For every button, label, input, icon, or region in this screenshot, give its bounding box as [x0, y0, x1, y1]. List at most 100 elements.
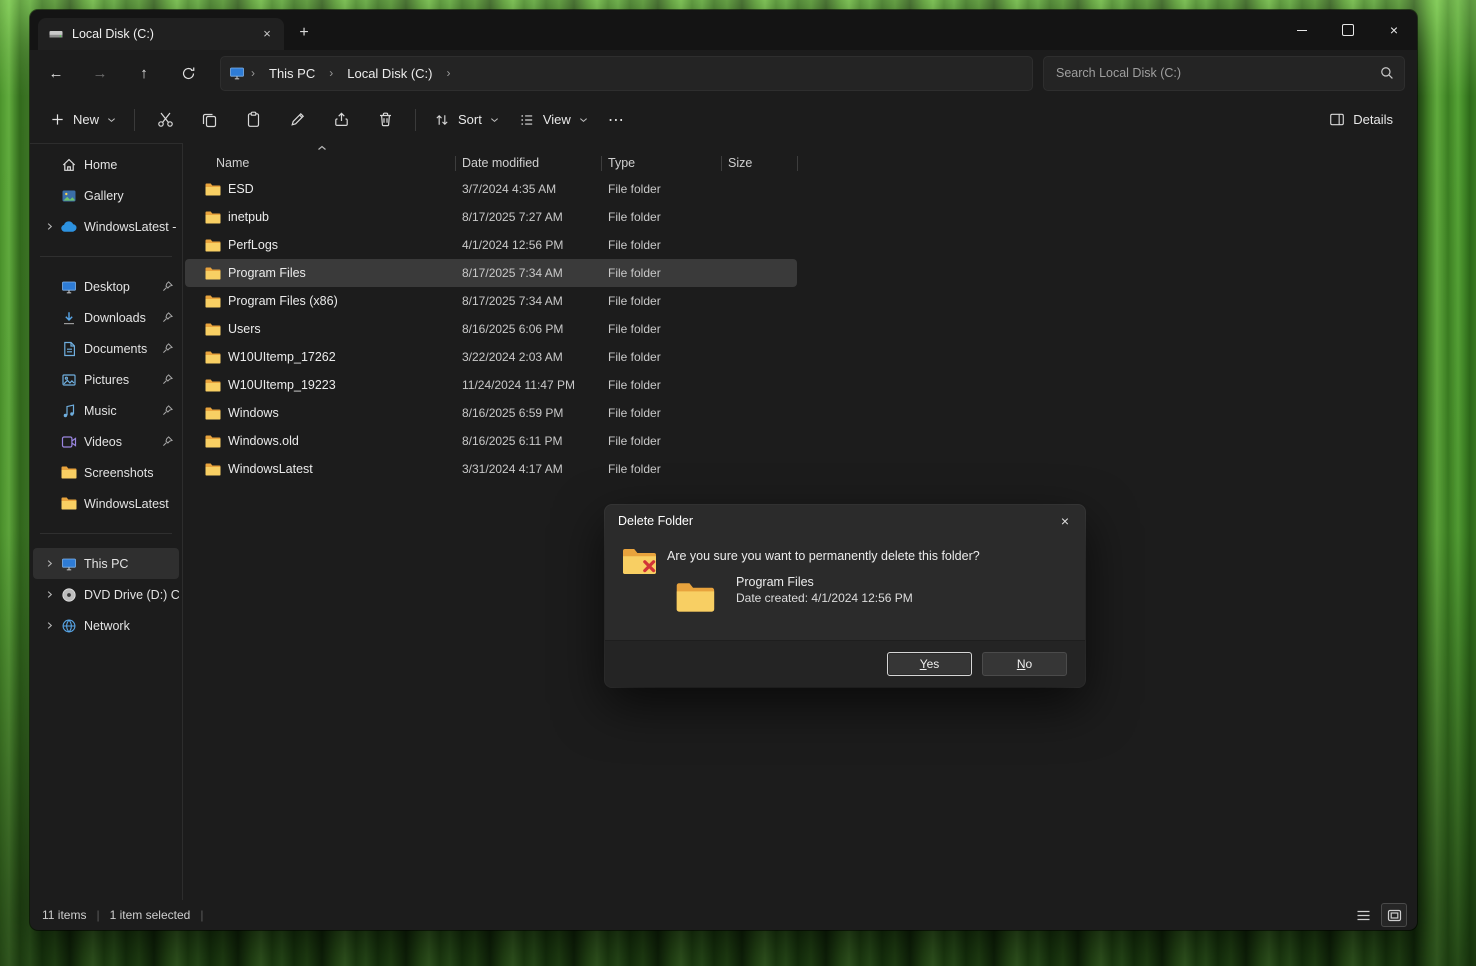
file-type: File folder [601, 378, 721, 392]
breadcrumb-this-pc[interactable]: This PC [261, 63, 323, 84]
table-row-selected[interactable]: Program Files 8/17/2025 7:34 AM File fol… [185, 259, 797, 287]
no-button[interactable]: No [982, 652, 1067, 676]
expand-chevron-icon[interactable] [39, 621, 59, 630]
folder-icon [205, 211, 221, 224]
folder-icon [205, 435, 221, 448]
sidebar-item-label: Downloads [84, 311, 162, 325]
back-button[interactable]: ← [34, 57, 78, 89]
table-row[interactable]: inetpub 8/17/2025 7:27 AM File folder [185, 203, 797, 231]
home-icon [59, 157, 79, 173]
column-separator[interactable] [455, 156, 456, 171]
breadcrumb-chevron-icon: › [249, 66, 257, 80]
table-row[interactable]: Windows 8/16/2025 6:59 PM File folder [185, 399, 797, 427]
table-row[interactable]: Program Files (x86) 8/17/2025 7:34 AM Fi… [185, 287, 797, 315]
table-row[interactable]: Users 8/16/2025 6:06 PM File folder [185, 315, 797, 343]
column-header-modified[interactable]: Date modified [455, 156, 601, 170]
navigation-bar: ← → ↑ › This PC › Local Disk (C:) › [30, 50, 1417, 96]
new-tab-button[interactable]: + [290, 20, 318, 48]
sidebar-item-this-pc[interactable]: This PC [33, 548, 179, 579]
search-input[interactable] [1054, 65, 1372, 81]
dialog-message: Are you sure you want to permanently del… [667, 549, 1047, 563]
sidebar-item-screenshots[interactable]: Screenshots [33, 457, 179, 488]
table-row[interactable]: Windows.old 8/16/2025 6:11 PM File folde… [185, 427, 797, 455]
delete-button[interactable] [364, 103, 406, 137]
sidebar-item-downloads[interactable]: Downloads [33, 302, 179, 333]
sort-icon [434, 112, 450, 128]
new-button[interactable]: New [40, 105, 126, 134]
file-modified: 3/22/2024 2:03 AM [455, 350, 601, 364]
sidebar-item-dvd-drive[interactable]: DVD Drive (D:) CCC [33, 579, 179, 610]
share-button[interactable] [320, 103, 362, 137]
yes-button[interactable]: Yes [887, 652, 972, 676]
dialog-title: Delete Folder [618, 514, 693, 528]
view-toggles [1351, 900, 1407, 930]
sidebar-item-desktop[interactable]: Desktop [33, 271, 179, 302]
sidebar-item-onedrive[interactable]: WindowsLatest - Pe [33, 211, 179, 242]
details-view-button[interactable] [1351, 904, 1375, 926]
table-row[interactable]: WindowsLatest 3/31/2024 4:17 AM File fol… [185, 455, 797, 483]
details-pane-button[interactable]: Details [1319, 106, 1403, 133]
tab-close-icon[interactable]: × [258, 25, 276, 43]
close-button[interactable]: × [1371, 10, 1417, 50]
file-modified: 8/16/2025 6:11 PM [455, 434, 601, 448]
large-icons-view-button[interactable] [1381, 903, 1407, 927]
file-type: File folder [601, 238, 721, 252]
folder-icon [205, 351, 221, 364]
tab-local-disk-c[interactable]: Local Disk (C:) × [38, 18, 284, 50]
view-button[interactable]: View [509, 105, 598, 135]
sort-button[interactable]: Sort [424, 105, 509, 135]
breadcrumb-local-disk[interactable]: Local Disk (C:) [339, 63, 440, 84]
selection-count: 1 item selected [110, 908, 191, 922]
sidebar-item-label: Screenshots [84, 466, 179, 480]
sidebar-item-windowslatest[interactable]: WindowsLatest [33, 488, 179, 519]
sidebar-item-network[interactable]: Network [33, 610, 179, 641]
column-header-name[interactable]: Name [185, 156, 455, 170]
expand-chevron-icon[interactable] [39, 590, 59, 599]
file-name: Windows [228, 406, 279, 420]
expand-chevron-icon[interactable] [39, 222, 59, 231]
status-divider: | [96, 908, 99, 922]
sidebar-item-gallery[interactable]: Gallery [33, 180, 179, 211]
see-more-button[interactable]: ⋯ [598, 106, 635, 134]
column-separator[interactable] [797, 156, 798, 171]
paste-button[interactable] [232, 103, 274, 137]
sidebar-item-pictures[interactable]: Pictures [33, 364, 179, 395]
refresh-button[interactable] [166, 57, 210, 89]
dialog-close-icon[interactable]: × [1054, 511, 1076, 533]
drive-icon [48, 26, 64, 42]
column-separator[interactable] [721, 156, 722, 171]
gallery-icon [59, 188, 79, 204]
command-bar: New Sort [30, 96, 1417, 144]
column-separator[interactable] [601, 156, 602, 171]
minimize-button[interactable] [1279, 10, 1325, 50]
column-header-size[interactable]: Size [721, 156, 797, 170]
file-name: Program Files [228, 266, 306, 280]
maximize-button[interactable] [1325, 10, 1371, 50]
sidebar-item-music[interactable]: Music [33, 395, 179, 426]
sidebar-item-videos[interactable]: Videos [33, 426, 179, 457]
folder-icon [59, 466, 79, 479]
sidebar-item-documents[interactable]: Documents [33, 333, 179, 364]
table-row[interactable]: ESD 3/7/2024 4:35 AM File folder [185, 175, 797, 203]
plus-icon [50, 112, 65, 127]
address-bar[interactable]: › This PC › Local Disk (C:) › [220, 56, 1033, 91]
up-button[interactable]: ↑ [122, 57, 166, 89]
file-name: Users [228, 322, 261, 336]
cut-button[interactable] [144, 103, 186, 137]
breadcrumb-chevron-icon: › [327, 66, 335, 80]
expand-chevron-icon[interactable] [39, 559, 59, 568]
search-icon[interactable] [1380, 66, 1394, 80]
sidebar-item-home[interactable]: Home [33, 149, 179, 180]
table-row[interactable]: PerfLogs 4/1/2024 12:56 PM File folder [185, 231, 797, 259]
copy-button[interactable] [188, 103, 230, 137]
window-controls: × [1279, 10, 1417, 50]
search-box [1043, 56, 1405, 91]
sidebar-item-label: Gallery [84, 189, 179, 203]
rename-button[interactable] [276, 103, 318, 137]
table-row[interactable]: W10UItemp_17262 3/22/2024 2:03 AM File f… [185, 343, 797, 371]
delete-folder-icon [622, 547, 658, 577]
column-header-type[interactable]: Type [601, 156, 721, 170]
forward-button[interactable]: → [78, 57, 122, 89]
file-name: Windows.old [228, 434, 299, 448]
table-row[interactable]: W10UItemp_19223 11/24/2024 11:47 PM File… [185, 371, 797, 399]
